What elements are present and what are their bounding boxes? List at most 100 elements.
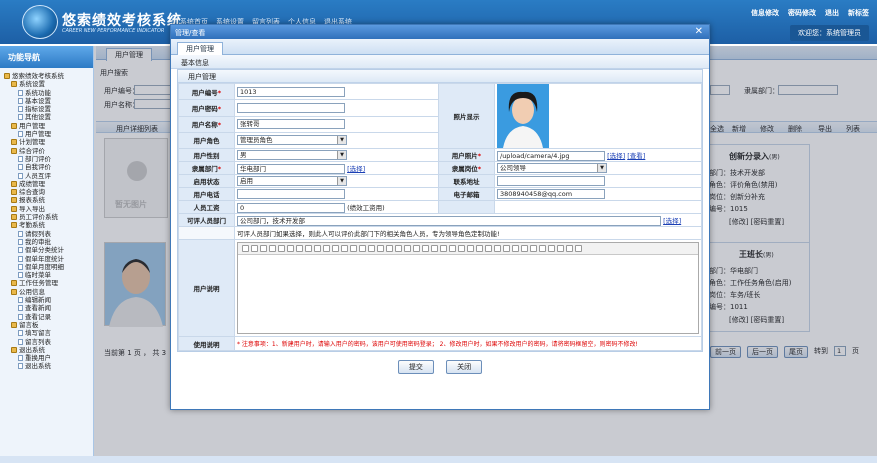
editor-tool-icon[interactable] — [278, 245, 285, 252]
sidebar-item[interactable]: 用户管理 — [4, 122, 93, 130]
submit-button[interactable]: 提交 — [397, 360, 434, 374]
sidebar-item[interactable]: 用户管理 — [4, 130, 93, 138]
editor-tool-icon[interactable] — [251, 245, 258, 252]
sidebar-item[interactable]: 填写留言 — [4, 329, 93, 337]
sidebar-item[interactable]: 人员互评 — [4, 172, 93, 180]
editor-tool-icon[interactable] — [359, 245, 366, 252]
editor-tool-icon[interactable] — [323, 245, 330, 252]
sidebar-item[interactable]: 退出系统 — [4, 362, 93, 370]
editor-tool-icon[interactable] — [440, 245, 447, 252]
contact-input[interactable] — [497, 176, 605, 186]
role-select[interactable]: 管理员角色 ▼ — [237, 135, 347, 146]
sidebar-item[interactable]: 退出系统 — [4, 346, 93, 354]
sidebar-item[interactable]: 导入导出 — [4, 205, 93, 213]
editor-tool-icon[interactable] — [512, 245, 519, 252]
editor-tool-icon[interactable] — [242, 245, 249, 252]
editor-tool-icon[interactable] — [296, 245, 303, 252]
editor-tool-icon[interactable] — [503, 245, 510, 252]
photo-path-input[interactable]: /upload/camera/4.jpg — [497, 150, 605, 161]
sidebar-item[interactable]: 悠索绩效考核系统 — [4, 72, 93, 80]
sidebar-item[interactable]: 假单月度明细 — [4, 263, 93, 271]
editor-tool-icon[interactable] — [575, 245, 582, 252]
editor-tool-icon[interactable] — [548, 245, 555, 252]
gender-select[interactable]: 男 ▼ — [237, 150, 347, 160]
link-logout[interactable]: 退出 — [825, 8, 839, 18]
editor-tool-icon[interactable] — [413, 245, 420, 252]
sidebar-item[interactable]: 留言列表 — [4, 338, 93, 346]
editor-tool-icon[interactable] — [332, 245, 339, 252]
email-input[interactable]: 3808940458@qq.com — [497, 189, 605, 199]
sidebar-item[interactable]: 部门评价 — [4, 155, 93, 163]
editor-tool-icon[interactable] — [494, 245, 501, 252]
sidebar-item[interactable]: 留言板 — [4, 321, 93, 329]
sidebar-item[interactable]: 请假列表 — [4, 230, 93, 238]
sidebar-item[interactable]: 计划管理 — [4, 138, 93, 146]
sidebar-item[interactable]: 自我评价 — [4, 163, 93, 171]
sidebar-item[interactable]: 其他设置 — [4, 113, 93, 121]
sidebar-item[interactable]: 编辑新闻 — [4, 296, 93, 304]
sidebar-item[interactable]: 工作任务管理 — [4, 279, 93, 287]
editor-tool-icon[interactable] — [377, 245, 384, 252]
sidebar-item[interactable]: 系统功能 — [4, 89, 93, 97]
sidebar-item[interactable]: 临时菜单 — [4, 271, 93, 279]
editor-tool-icon[interactable] — [287, 245, 294, 252]
editor-tool-icon[interactable] — [467, 245, 474, 252]
remark-editor[interactable] — [237, 242, 699, 334]
editor-tool-icon[interactable] — [458, 245, 465, 252]
sidebar-item[interactable]: 成绩管理 — [4, 180, 93, 188]
editor-tool-icon[interactable] — [566, 245, 573, 252]
link-change-password[interactable]: 密码修改 — [788, 8, 816, 18]
editor-tool-icon[interactable] — [386, 245, 393, 252]
sidebar-item[interactable]: 查看新闻 — [4, 304, 93, 312]
sidebar-item[interactable]: 假单年度统计 — [4, 255, 93, 263]
modal-tab-user-management[interactable]: 用户管理 — [177, 42, 223, 55]
sidebar-item[interactable]: 系统设置 — [4, 80, 93, 88]
editor-tool-icon[interactable] — [422, 245, 429, 252]
sidebar-item[interactable]: 综合评价 — [4, 147, 93, 155]
sidebar-item[interactable]: 重换用户 — [4, 354, 93, 362]
editor-tool-icon[interactable] — [260, 245, 267, 252]
sidebar-item[interactable]: 基本设置 — [4, 97, 93, 105]
sidebar-item[interactable]: 指标设置 — [4, 105, 93, 113]
editor-tool-icon[interactable] — [530, 245, 537, 252]
editor-tool-icon[interactable] — [539, 245, 546, 252]
editor-tool-icon[interactable] — [476, 245, 483, 252]
sidebar-item[interactable]: 报表系统 — [4, 196, 93, 204]
password-input[interactable] — [237, 102, 345, 113]
photo-select-link[interactable]: [选择] — [607, 152, 625, 160]
editor-tool-icon[interactable] — [395, 245, 402, 252]
photo-view-link[interactable]: [查看] — [627, 152, 645, 160]
sidebar-item[interactable]: 我的审批 — [4, 238, 93, 246]
eval-dept-input[interactable]: 公司部门，技术开发部 — [237, 215, 661, 226]
link-edit-info[interactable]: 信息修改 — [751, 8, 779, 18]
editor-tool-icon[interactable] — [305, 245, 312, 252]
link-new-tab[interactable]: 新标签 — [848, 8, 869, 18]
editor-tool-icon[interactable] — [269, 245, 276, 252]
close-button[interactable]: 关闭 — [446, 360, 483, 374]
user-name-input[interactable]: 张转哥 — [237, 119, 345, 130]
dept-select-link[interactable]: [选择] — [347, 165, 365, 173]
editor-tool-icon[interactable] — [341, 245, 348, 252]
user-no-input[interactable]: 1013 — [237, 86, 345, 97]
dept-input[interactable]: 华电部门 — [237, 163, 345, 174]
sidebar-item[interactable]: 综合查询 — [4, 188, 93, 196]
editor-tool-icon[interactable] — [485, 245, 492, 252]
editor-tool-icon[interactable] — [368, 245, 375, 252]
editor-tool-icon[interactable] — [449, 245, 456, 252]
sidebar-item[interactable]: 公用信息 — [4, 288, 93, 296]
editor-tool-icon[interactable] — [521, 245, 528, 252]
sidebar-item[interactable]: 假单分类统计 — [4, 246, 93, 254]
editor-tool-icon[interactable] — [350, 245, 357, 252]
post-select[interactable]: 公司领导 ▼ — [497, 163, 607, 173]
eval-dept-select-link[interactable]: [选择] — [663, 217, 681, 225]
status-select[interactable]: 启用 ▼ — [237, 176, 347, 186]
wage-input[interactable]: 0 — [237, 202, 345, 213]
sidebar-item[interactable]: 员工评价系统 — [4, 213, 93, 221]
sidebar-item[interactable]: 查看记录 — [4, 313, 93, 321]
close-icon[interactable]: ✕ — [695, 26, 703, 37]
editor-tool-icon[interactable] — [314, 245, 321, 252]
editor-tool-icon[interactable] — [404, 245, 411, 252]
editor-tool-icon[interactable] — [431, 245, 438, 252]
phone-input[interactable] — [237, 189, 345, 199]
sidebar-item[interactable]: 考勤系统 — [4, 221, 93, 229]
